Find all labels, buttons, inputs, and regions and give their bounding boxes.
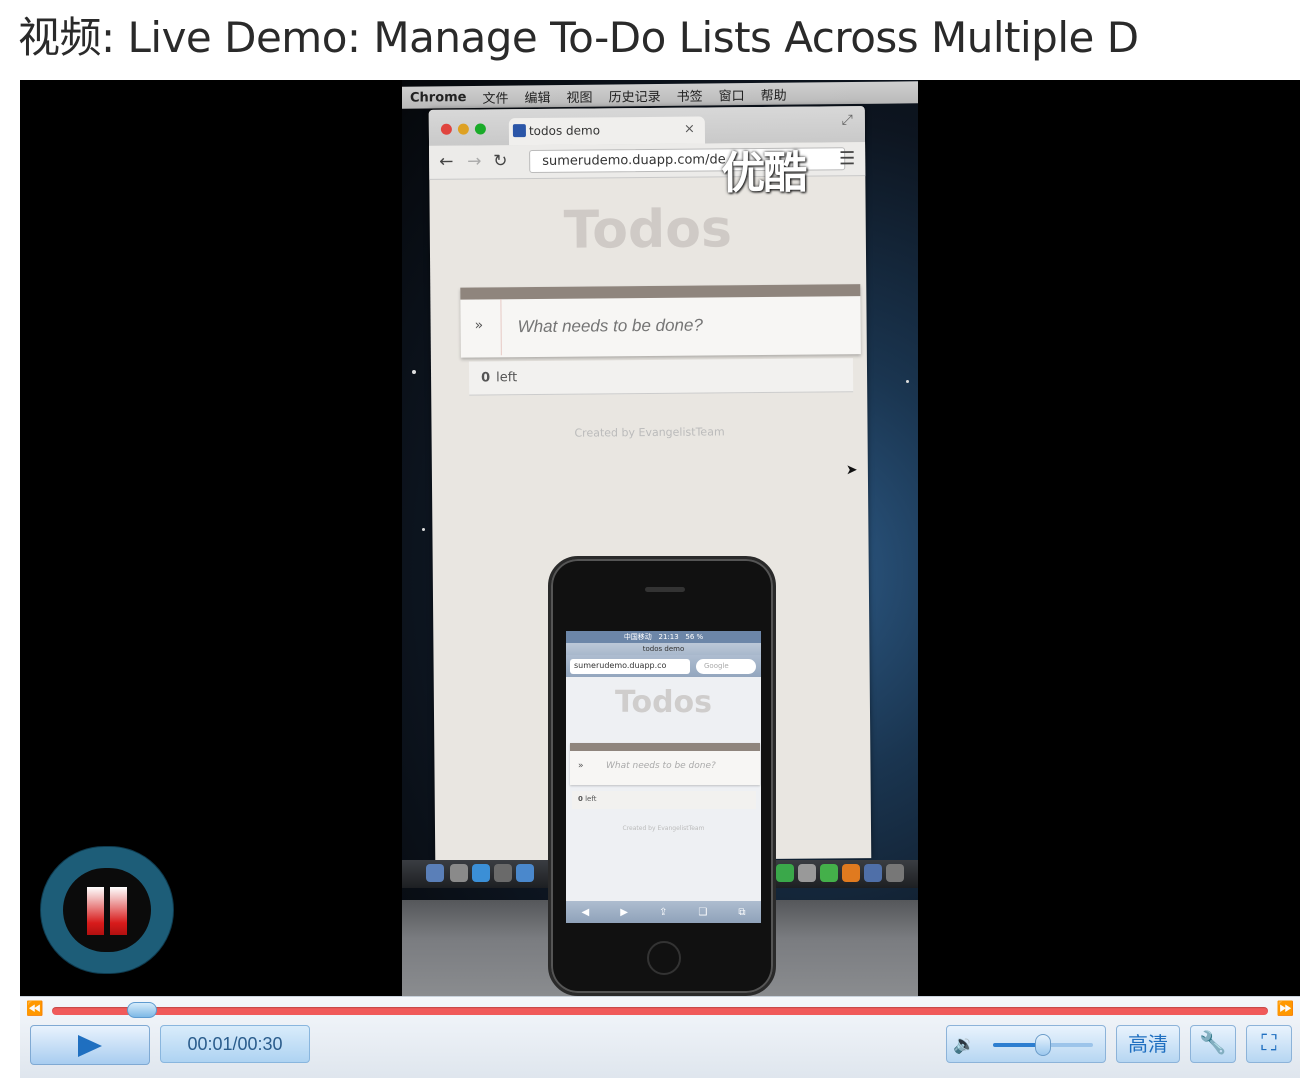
ios-toolbar: ◀ ▶ ⇪ ❑ ⧉	[566, 901, 761, 923]
menubar-item: 帮助	[760, 88, 787, 104]
pause-bar-right	[110, 887, 127, 935]
fullscreen-icon: ⛶	[1261, 1031, 1277, 1056]
reload-icon: ↻	[493, 151, 508, 172]
ios-todo-count-label: left	[585, 795, 597, 803]
star	[412, 370, 416, 374]
ios-time: 21:13	[658, 633, 679, 641]
dock-app-icon	[494, 864, 512, 882]
ios-page-title: todos demo	[566, 643, 761, 655]
fullscreen-button[interactable]: ⛶	[1246, 1025, 1292, 1063]
dock-app-icon	[798, 864, 816, 882]
volume-control: 🔉	[946, 1025, 1106, 1063]
dock-app-icon	[450, 864, 468, 882]
mouse-cursor-icon: ➤	[845, 462, 858, 479]
progress-handle[interactable]	[127, 1002, 158, 1018]
hamburger-menu-icon: ☰	[838, 148, 856, 170]
iphone-speaker	[645, 587, 685, 592]
wrench-icon: 🔧	[1199, 1031, 1227, 1056]
star	[422, 528, 425, 531]
menubar-item: 书签	[676, 89, 703, 105]
ios-back-icon: ◀	[581, 906, 590, 918]
close-window-icon	[440, 123, 452, 135]
close-tab-icon: ×	[683, 121, 695, 137]
menubar-item: 文件	[482, 91, 509, 107]
new-todo-input	[500, 296, 859, 356]
pause-bar-left	[87, 887, 104, 935]
time-display: 00:01/00:30	[160, 1025, 310, 1063]
ios-tabs-icon: ⧉	[738, 906, 746, 918]
speaker-icon[interactable]: 🔉	[953, 1034, 975, 1055]
volume-handle[interactable]	[1035, 1034, 1051, 1056]
ios-todo-footer: 0 left	[572, 791, 756, 809]
ios-bookmarks-icon: ❑	[698, 906, 708, 918]
todo-count: 0	[481, 370, 491, 386]
ios-address: sumerudemo.duapp.co	[570, 659, 690, 674]
todo-footer: 0 left	[468, 358, 854, 396]
ios-carrier: 中国移动	[623, 633, 652, 641]
star	[906, 380, 909, 383]
pause-overlay-button[interactable]	[40, 846, 174, 974]
fast-forward-icon[interactable]: ⏩	[1277, 1001, 1294, 1017]
play-icon	[78, 1035, 102, 1057]
zoom-window-icon	[474, 123, 486, 135]
ios-todo-placeholder: What needs to be done?	[606, 761, 716, 771]
video-area[interactable]: Chrome 文件 编辑 视图 历史记录 书签 窗口 帮助 todos demo…	[20, 80, 1300, 996]
ios-todo-entry: » What needs to be done?	[570, 743, 760, 785]
ios-todos-title: Todos	[614, 685, 713, 720]
pause-icon	[63, 868, 151, 952]
ios-search-field: Google	[696, 659, 756, 674]
dock-app-icon	[516, 864, 534, 882]
tab-title: todos demo	[528, 123, 601, 139]
paw-icon	[512, 124, 526, 138]
dock-app-icon	[776, 864, 794, 882]
ios-todo-count: 0	[578, 795, 583, 803]
page-title: 视频: Live Demo: Manage To-Do Lists Across…	[18, 13, 1139, 62]
video-frame: Chrome 文件 编辑 视图 历史记录 书签 窗口 帮助 todos demo…	[402, 80, 918, 996]
settings-button[interactable]: 🔧	[1190, 1025, 1236, 1063]
volume-slider[interactable]	[993, 1034, 1093, 1056]
iphone-home-button	[647, 941, 681, 975]
ios-status-bar: 中国移动 21:13 56 %	[566, 631, 761, 643]
forward-icon: →	[467, 151, 482, 172]
ios-url-bar: sumerudemo.duapp.co Google	[566, 655, 761, 677]
trash-icon	[886, 864, 904, 882]
dock-app-icon	[472, 864, 490, 882]
player-controls: ⏪ ⏩ 00:01/00:30 🔉 高清 🔧 ⛶	[20, 996, 1300, 1078]
ios-credit-text: Created by EvangelistTeam	[622, 825, 705, 832]
toggle-all-icon: »	[474, 317, 484, 334]
minimize-window-icon	[457, 123, 469, 135]
todos-title: Todos	[563, 199, 733, 261]
ios-share-icon: ⇪	[658, 906, 668, 918]
finder-icon	[426, 864, 444, 882]
ios-forward-icon: ▶	[620, 906, 628, 918]
hd-quality-button[interactable]: 高清	[1116, 1025, 1180, 1063]
menubar-item: 历史记录	[608, 89, 661, 106]
menubar-item: Chrome	[410, 89, 467, 106]
expand-icon: ⤢	[841, 112, 853, 129]
dock-app-icon	[820, 864, 838, 882]
iphone: 中国移动 21:13 56 % todos demo sumerudemo.du…	[548, 556, 776, 996]
mac-menubar: Chrome 文件 编辑 视图 历史记录 书签 窗口 帮助	[402, 81, 918, 109]
ios-toggle-all-icon: »	[578, 761, 584, 771]
youku-watermark: 优酷	[721, 147, 806, 200]
video-player: Chrome 文件 编辑 视图 历史记录 书签 窗口 帮助 todos demo…	[20, 80, 1300, 1078]
iphone-screen: 中国移动 21:13 56 % todos demo sumerudemo.du…	[566, 631, 761, 923]
back-icon: ←	[439, 151, 454, 172]
menubar-item: 视图	[566, 90, 593, 106]
menubar-item: 窗口	[718, 88, 745, 104]
credit-text: Created by EvangelistTeam	[574, 425, 725, 440]
menubar-item: 编辑	[524, 90, 551, 106]
browser-tab: todos demo ×	[508, 116, 706, 146]
ios-battery: 56 %	[685, 633, 704, 641]
firefox-icon	[842, 864, 860, 882]
progress-bar[interactable]	[52, 1002, 1268, 1018]
rewind-icon[interactable]: ⏪	[26, 1001, 43, 1017]
play-button[interactable]	[30, 1025, 150, 1065]
todo-entry: »	[460, 284, 861, 358]
todo-count-label: left	[496, 370, 518, 386]
dock-app-icon	[864, 864, 882, 882]
